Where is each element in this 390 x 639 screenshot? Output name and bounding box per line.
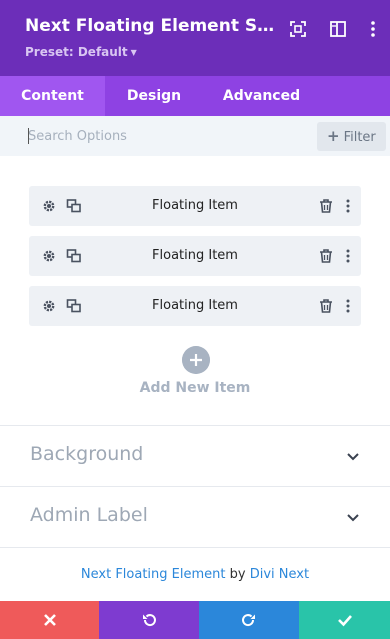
tab-content[interactable]: Content bbox=[0, 76, 105, 116]
trash-icon[interactable] bbox=[318, 298, 334, 314]
modal-title: Next Floating Element Settings bbox=[25, 16, 280, 36]
divider bbox=[0, 425, 390, 426]
undo-button[interactable] bbox=[99, 601, 199, 639]
list-item[interactable]: Floating Item bbox=[29, 286, 361, 326]
filter-button[interactable]: + Filter bbox=[317, 122, 386, 151]
item-label: Floating Item bbox=[152, 248, 238, 263]
plus-icon: + bbox=[327, 127, 340, 145]
list-item[interactable]: Floating Item bbox=[29, 236, 361, 276]
section-admin-label-title[interactable]: Admin Label bbox=[30, 504, 148, 526]
redo-button[interactable] bbox=[199, 601, 299, 639]
undo-icon bbox=[143, 614, 156, 627]
tab-advanced[interactable]: Advanced bbox=[203, 76, 320, 116]
module-link[interactable]: Next Floating Element bbox=[81, 567, 226, 582]
author-link[interactable]: Divi Next bbox=[250, 567, 309, 582]
credit-by: by bbox=[229, 567, 246, 582]
tab-design[interactable]: Design bbox=[105, 76, 203, 116]
preset-selector[interactable]: Preset: Default ▼ bbox=[25, 45, 137, 59]
list-item[interactable]: Floating Item bbox=[29, 186, 361, 226]
more-vertical-icon[interactable] bbox=[364, 20, 382, 38]
check-icon bbox=[337, 615, 352, 627]
redo-icon bbox=[242, 614, 255, 627]
action-footer bbox=[0, 601, 390, 639]
chevron-down-icon[interactable] bbox=[345, 510, 361, 526]
chevron-down-icon[interactable] bbox=[345, 449, 361, 465]
tab-bar: Content Design Advanced bbox=[0, 76, 390, 116]
trash-icon[interactable] bbox=[318, 248, 334, 264]
divider bbox=[0, 547, 390, 548]
save-button[interactable] bbox=[299, 601, 390, 639]
filter-label: Filter bbox=[343, 130, 376, 145]
add-item-plus-icon[interactable] bbox=[182, 346, 210, 374]
item-label: Floating Item bbox=[152, 198, 238, 213]
divider bbox=[0, 486, 390, 487]
sidebar-toggle-icon[interactable] bbox=[329, 20, 347, 38]
modal-header: Next Floating Element Settings Preset: D… bbox=[0, 0, 390, 76]
section-background-title[interactable]: Background bbox=[30, 443, 143, 465]
more-vertical-icon[interactable] bbox=[340, 198, 356, 214]
trash-icon[interactable] bbox=[318, 198, 334, 214]
more-vertical-icon[interactable] bbox=[340, 298, 356, 314]
preset-label: Preset: Default bbox=[25, 45, 128, 59]
item-label: Floating Item bbox=[152, 298, 238, 313]
text-cursor bbox=[28, 128, 29, 144]
credit-line: Next Floating Element by Divi Next bbox=[0, 567, 390, 582]
close-icon bbox=[43, 614, 56, 626]
cancel-button[interactable] bbox=[0, 601, 99, 639]
more-vertical-icon[interactable] bbox=[340, 248, 356, 264]
search-input[interactable] bbox=[28, 126, 298, 146]
caret-down-icon: ▼ bbox=[130, 48, 137, 57]
expand-icon[interactable] bbox=[289, 20, 307, 38]
add-new-item-button[interactable]: Add New Item bbox=[0, 380, 390, 396]
